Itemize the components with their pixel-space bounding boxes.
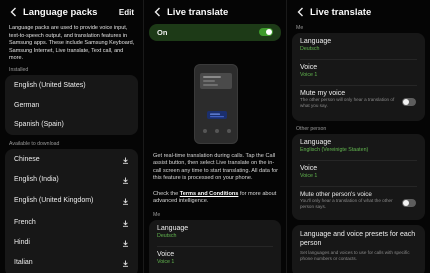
mute-other-voice-desc: You'll only hear a translation of what t… [300,198,393,209]
download-icon[interactable] [121,176,130,185]
language-packs-screen: Language packs Edit Language packs are u… [0,0,143,273]
chevron-left-icon [297,7,303,17]
list-item[interactable]: English (United States) [14,82,130,89]
me-settings-card: Language Deutsch Voice Voice 1 [149,220,281,273]
other-language-row[interactable]: Language Englisch (Vereinigte Staaten) [300,139,417,153]
voice-label: Voice [300,64,318,71]
voice-label: Voice [157,251,175,258]
mute-other-voice-toggle[interactable] [402,199,416,207]
description: Language packs are used to provide voice… [9,25,135,62]
terms-text: Check the Terms and Conditions for more … [153,191,282,206]
voice-value: Voice 1 [157,259,175,265]
presets-desc: Set languages and voices to use for call… [300,250,410,261]
call-screen-illustration [200,73,232,133]
me-language-row[interactable]: Language Deutsch [300,38,417,52]
presets-card[interactable]: Language and voice presets for each pers… [292,225,425,273]
mute-my-voice-label: Mute my voice [300,90,346,97]
download-icon[interactable] [121,239,130,248]
voice-value: Voice 1 [300,72,318,78]
voice-value: Voice 1 [300,173,318,179]
language-value: Deutsch [157,233,177,239]
master-switch-label: On [157,28,168,37]
installed-list: English (United States) German Spanish (… [5,75,138,135]
list-item[interactable]: Spanish (Spain) [14,121,130,128]
me-voice-row[interactable]: Voice Voice 1 [300,64,417,78]
mute-other-voice-label: Mute other person's voice [300,191,372,198]
live-translate-screen-top: Live translate On Get real-time translat… [144,0,286,273]
divider [300,85,417,86]
header: Language packs Edit [0,4,143,20]
language-label: Language [300,139,332,146]
me-header: Me [296,25,304,31]
back-button[interactable] [294,6,306,18]
presets-label: Language and voice presets for each pers… [300,231,416,247]
me-header: Me [153,212,161,218]
language-label: Language [300,38,332,45]
divider [157,246,273,247]
master-switch-bar[interactable]: On [149,24,281,41]
presets-row[interactable]: Language and voice presets for each pers… [300,231,417,261]
list-item[interactable]: German [14,102,130,109]
header: Live translate [287,4,430,20]
terms-link[interactable]: Terms and Conditions [180,191,239,197]
master-toggle[interactable] [259,28,273,36]
download-icon[interactable] [121,197,130,206]
language-value: Englisch (Vereinigte Staaten) [300,147,369,153]
terms-prefix: Check the [153,191,180,197]
phone-illustration [194,64,238,144]
list-item[interactable]: English (India) [14,176,130,183]
list-item[interactable]: English (United Kingdom) [14,197,130,204]
divider [300,186,417,187]
page-title: Live translate [167,6,229,18]
edit-button[interactable]: Edit [119,8,134,17]
me-settings-card: Language Deutsch Voice Voice 1 Mute my v… [292,33,425,121]
other-person-header: Other person [296,126,327,132]
chevron-left-icon [154,7,160,17]
voice-row[interactable]: Voice Voice 1 [157,251,273,265]
list-item[interactable]: Chinese [14,156,130,163]
page-title: Live translate [310,6,372,18]
other-voice-row[interactable]: Voice Voice 1 [300,165,417,179]
back-button[interactable] [7,6,19,18]
voice-label: Voice [300,165,318,172]
available-header: Available to download [9,141,60,147]
list-item[interactable]: French [14,219,130,226]
mute-my-voice-row[interactable]: Mute my voice The other person will only… [300,90,399,108]
download-icon[interactable] [121,259,130,268]
description: Get real-time translation during calls. … [153,153,278,181]
divider [300,160,417,161]
mute-my-voice-toggle[interactable] [402,98,416,106]
installed-header: Installed [9,67,29,73]
language-label: Language [157,225,189,232]
divider [300,59,417,60]
back-button[interactable] [151,6,163,18]
mute-my-voice-desc: The other person will only hear a transl… [300,97,395,108]
list-item[interactable]: Italian [14,259,130,266]
language-row[interactable]: Language Deutsch [157,225,273,239]
download-icon[interactable] [121,219,130,228]
other-person-settings-card: Language Englisch (Vereinigte Staaten) V… [292,134,425,220]
page-title: Language packs [23,6,98,18]
available-list: Chinese English (India) English (United … [5,149,138,273]
mute-other-voice-row[interactable]: Mute other person's voice You'll only he… [300,191,399,209]
chevron-left-icon [10,7,16,17]
language-value: Deutsch [300,46,320,52]
download-icon[interactable] [121,156,130,165]
live-translate-screen-settings: Live translate Me Language Deutsch Voice… [287,0,430,273]
list-item[interactable]: Hindi [14,239,130,246]
header: Live translate [144,4,286,20]
